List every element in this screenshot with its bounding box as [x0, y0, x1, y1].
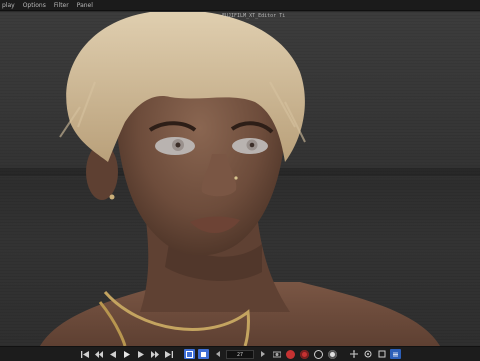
loop-icon[interactable] [184, 349, 195, 359]
scale-icon[interactable] [376, 349, 387, 359]
prev-key-icon[interactable] [93, 349, 104, 359]
current-frame-field[interactable]: 27 [226, 349, 254, 359]
menu-options[interactable]: Options [23, 0, 46, 11]
motion-path-icon[interactable] [313, 349, 324, 359]
onion-skin-icon[interactable] [327, 349, 338, 359]
timeline-icon[interactable] [390, 349, 401, 359]
menu-filter[interactable]: Filter [54, 0, 69, 11]
menu-play[interactable]: play [2, 0, 15, 11]
character-render [40, 12, 440, 346]
prev-frame-icon[interactable] [107, 349, 118, 359]
record-icon[interactable] [285, 349, 296, 359]
frame-plus-icon[interactable] [257, 349, 268, 359]
keyframe-icon[interactable] [271, 349, 282, 359]
first-frame-icon[interactable] [79, 349, 90, 359]
3d-viewport[interactable]: FUJIFILM_XT_Editor Ti [0, 12, 480, 346]
earring [109, 194, 115, 200]
frame-minus-icon[interactable] [212, 349, 223, 359]
move-icon[interactable] [348, 349, 359, 359]
autokey-icon[interactable] [299, 349, 310, 359]
rotate-icon[interactable] [362, 349, 373, 359]
last-frame-icon[interactable] [163, 349, 174, 359]
play-icon[interactable] [121, 349, 132, 359]
range-icon[interactable] [198, 349, 209, 359]
nose-piercing [234, 176, 238, 180]
menu-bar: play Options Filter Panel [0, 0, 480, 11]
next-key-icon[interactable] [149, 349, 160, 359]
next-frame-icon[interactable] [135, 349, 146, 359]
menu-panel[interactable]: Panel [77, 0, 93, 11]
timeline-toolbar: 27 [0, 346, 480, 361]
camera-label: FUJIFILM_XT_Editor Ti [222, 13, 286, 19]
